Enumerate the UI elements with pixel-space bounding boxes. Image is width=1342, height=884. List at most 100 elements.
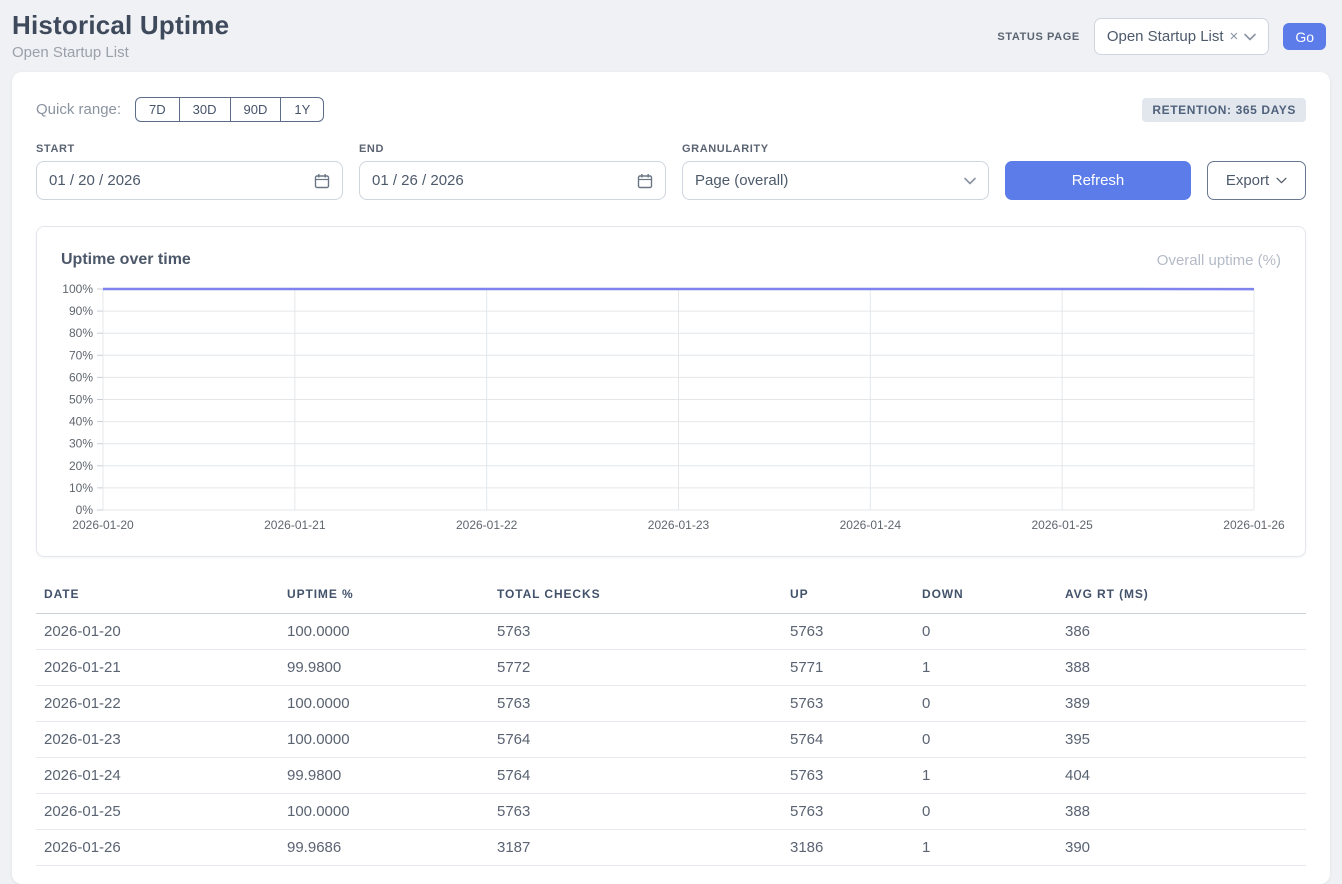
status-page-select[interactable]: Open Startup List ×: [1094, 18, 1270, 55]
table-cell: 2026-01-20: [36, 614, 279, 650]
table-cell: 100.0000: [279, 686, 489, 722]
column-header: AVG RT (MS): [1057, 581, 1306, 614]
svg-text:70%: 70%: [69, 348, 93, 362]
export-button[interactable]: Export: [1207, 161, 1306, 200]
filter-controls-row: START 01 / 20 / 2026 END 01 / 26 / 2026: [36, 143, 1306, 200]
svg-text:2026-01-21: 2026-01-21: [264, 518, 326, 532]
table-cell: 386: [1057, 614, 1306, 650]
quick-range-90d[interactable]: 90D: [230, 97, 282, 122]
table-cell: 5763: [489, 614, 782, 650]
chevron-down-icon: [1244, 33, 1256, 41]
table-cell: 1: [914, 758, 1057, 794]
uptime-line-chart: 0%10%20%30%40%50%60%70%80%90%100%2026-01…: [53, 279, 1294, 543]
table-cell: 388: [1057, 794, 1306, 830]
granularity-value: Page (overall): [695, 172, 788, 189]
topbar-controls: STATUS PAGE Open Startup List × Go: [997, 18, 1326, 55]
table-cell: 2026-01-26: [36, 830, 279, 866]
start-date-field: START 01 / 20 / 2026: [36, 143, 343, 200]
table-cell: 0: [914, 686, 1057, 722]
column-header: DOWN: [914, 581, 1057, 614]
refresh-button[interactable]: Refresh: [1005, 161, 1191, 200]
chart-card: Uptime over time Overall uptime (%) 0%10…: [36, 226, 1306, 557]
column-header: UP: [782, 581, 914, 614]
table-row: 2026-01-2499.9800576457631404: [36, 758, 1306, 794]
table-cell: 5771: [782, 650, 914, 686]
table-cell: 99.9800: [279, 758, 489, 794]
table-cell: 388: [1057, 650, 1306, 686]
table-row: 2026-01-22100.0000576357630389: [36, 686, 1306, 722]
svg-text:2026-01-25: 2026-01-25: [1031, 518, 1093, 532]
quick-range-1y[interactable]: 1Y: [280, 97, 324, 122]
table-cell: 5764: [782, 722, 914, 758]
svg-text:10%: 10%: [69, 481, 93, 495]
title-block: Historical Uptime Open Startup List: [12, 10, 229, 61]
column-header: TOTAL CHECKS: [489, 581, 782, 614]
table-cell: 5763: [782, 758, 914, 794]
calendar-icon[interactable]: [314, 173, 330, 189]
table-cell: 2026-01-24: [36, 758, 279, 794]
svg-text:20%: 20%: [69, 459, 93, 473]
table-cell: 99.9686: [279, 830, 489, 866]
table-cell: 2026-01-22: [36, 686, 279, 722]
table-row: 2026-01-23100.0000576457640395: [36, 722, 1306, 758]
svg-text:100%: 100%: [62, 282, 93, 296]
go-button[interactable]: Go: [1283, 23, 1326, 50]
table-cell: 2026-01-25: [36, 794, 279, 830]
quick-range-group: 7D30D90D1Y: [135, 97, 324, 122]
export-label: Export: [1226, 172, 1269, 189]
end-date-value: 01 / 26 / 2026: [372, 172, 464, 189]
granularity-field: GRANULARITY Page (overall): [682, 143, 989, 200]
table-cell: 1: [914, 650, 1057, 686]
column-header: DATE: [36, 581, 279, 614]
table-cell: 99.9800: [279, 650, 489, 686]
page-subtitle: Open Startup List: [12, 44, 229, 61]
page-title: Historical Uptime: [12, 10, 229, 41]
table-row: 2026-01-2199.9800577257711388: [36, 650, 1306, 686]
quick-range-30d[interactable]: 30D: [179, 97, 231, 122]
svg-text:30%: 30%: [69, 437, 93, 451]
uptime-table: DATEUPTIME %TOTAL CHECKSUPDOWNAVG RT (MS…: [36, 581, 1306, 866]
svg-text:90%: 90%: [69, 304, 93, 318]
table-wrap: DATEUPTIME %TOTAL CHECKSUPDOWNAVG RT (MS…: [36, 581, 1306, 866]
table-cell: 5772: [489, 650, 782, 686]
table-cell: 2026-01-21: [36, 650, 279, 686]
retention-badge: RETENTION: 365 DAYS: [1142, 98, 1306, 122]
svg-text:2026-01-24: 2026-01-24: [840, 518, 902, 532]
svg-text:2026-01-20: 2026-01-20: [72, 518, 134, 532]
table-cell: 5763: [782, 794, 914, 830]
end-date-input[interactable]: 01 / 26 / 2026: [359, 161, 666, 200]
table-cell: 5764: [489, 758, 782, 794]
table-cell: 390: [1057, 830, 1306, 866]
quick-range-label: Quick range:: [36, 101, 121, 118]
svg-text:0%: 0%: [76, 503, 94, 517]
main-panel: Quick range: 7D30D90D1Y RETENTION: 365 D…: [12, 72, 1330, 884]
topbar: Historical Uptime Open Startup List STAT…: [0, 0, 1342, 72]
svg-text:50%: 50%: [69, 393, 93, 407]
table-cell: 1: [914, 830, 1057, 866]
chevron-down-icon: [1276, 177, 1287, 184]
table-cell: 3187: [489, 830, 782, 866]
table-cell: 395: [1057, 722, 1306, 758]
start-date-value: 01 / 20 / 2026: [49, 172, 141, 189]
table-cell: 5763: [489, 686, 782, 722]
table-cell: 5764: [489, 722, 782, 758]
granularity-select[interactable]: Page (overall): [682, 161, 989, 200]
status-page-value: Open Startup List: [1107, 28, 1224, 45]
table-cell: 5763: [489, 794, 782, 830]
table-cell: 0: [914, 614, 1057, 650]
svg-text:60%: 60%: [69, 370, 93, 384]
table-cell: 5763: [782, 686, 914, 722]
clear-icon[interactable]: ×: [1230, 29, 1239, 44]
table-cell: 5763: [782, 614, 914, 650]
quick-range-7d[interactable]: 7D: [135, 97, 180, 122]
svg-text:2026-01-23: 2026-01-23: [648, 518, 710, 532]
granularity-label: GRANULARITY: [682, 143, 989, 155]
table-row: 2026-01-25100.0000576357630388: [36, 794, 1306, 830]
calendar-icon[interactable]: [637, 173, 653, 189]
svg-text:40%: 40%: [69, 415, 93, 429]
chart-title: Uptime over time: [61, 251, 191, 269]
status-page-label: STATUS PAGE: [997, 31, 1079, 43]
start-date-input[interactable]: 01 / 20 / 2026: [36, 161, 343, 200]
table-cell: 2026-01-23: [36, 722, 279, 758]
end-date-field: END 01 / 26 / 2026: [359, 143, 666, 200]
